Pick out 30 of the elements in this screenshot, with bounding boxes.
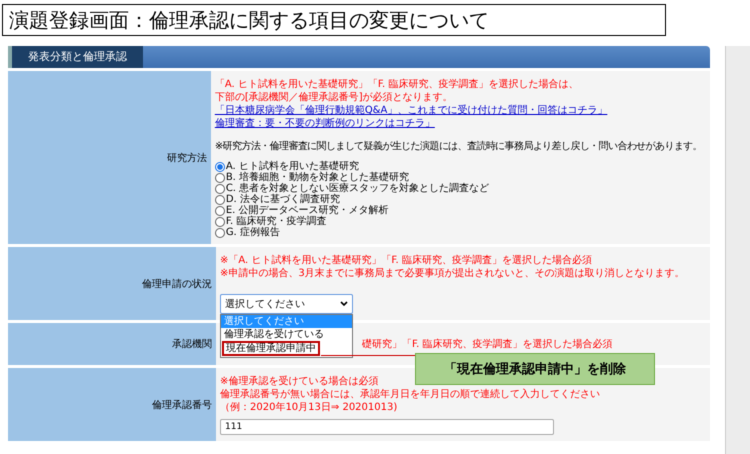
- radio-option[interactable]: F. 臨床研究・疫学調査: [214, 216, 702, 227]
- radio-option[interactable]: G. 症例報告: [214, 227, 702, 238]
- scrollbar[interactable]: [725, 46, 750, 454]
- radio-option[interactable]: B. 培養細胞・動物を対象とした基礎研究: [214, 172, 702, 183]
- dropdown-option[interactable]: 倫理承認を受けている: [221, 328, 352, 341]
- warning-text: ※倫理承認を受けている場合は必須: [220, 376, 378, 387]
- radio-option[interactable]: A. ヒト試料を用いた基礎研究: [214, 161, 702, 172]
- note-text: ※研究方法・倫理審査に関しまして疑義が生じた演題には、査読時に事務局より差し戻し・問い合わせがあります。: [214, 140, 702, 153]
- warning-text: ※「A. ヒト試料を用いた基礎研究」「F. 臨床研究、疫学調査」を選択した場合必須: [220, 255, 592, 266]
- field-label: 倫理申請の状況: [142, 278, 212, 290]
- callout: 「現在倫理承認申請中」を削除: [415, 353, 655, 385]
- page-title: 演題登録画面：倫理承認に関する項目の変更について: [2, 4, 666, 36]
- field-label: 承認機関: [172, 338, 212, 351]
- warning-text: （例：2020年10月13日⇒ 20201013): [220, 402, 398, 413]
- caret-icon: [340, 301, 348, 307]
- link[interactable]: 倫理審査：要・不要の判断例のリンクはコチラ」: [214, 118, 435, 129]
- warning-text: 下部の[承認機関／倫理承認番号]が必須となります。: [214, 92, 453, 103]
- field-label: 研究方法: [166, 152, 207, 164]
- dropdown-option[interactable]: 現在倫理承認申請中: [222, 341, 320, 356]
- warning-text: ※申請中の場合、3月末までに事務局まで必要事項が提出されないと、その演題は取り消しとなります。: [220, 268, 685, 279]
- radio-option[interactable]: D. 法令に基づく調査研究: [214, 194, 702, 205]
- link[interactable]: 「日本糖尿病学会「倫理行動規範Q&A」、これまでに受け付けた質問・回答はコチラ」: [214, 105, 608, 116]
- dropdown[interactable]: 選択してください: [220, 294, 353, 314]
- input-field[interactable]: 111: [220, 419, 554, 435]
- warning-text: 「A. ヒト試料を用いた基礎研究」「F. 臨床研究、疫学調査」を選択した場合は、: [214, 79, 578, 90]
- radio-option[interactable]: E. 公開データベース研究・メタ解析: [214, 205, 702, 216]
- radio-option[interactable]: C. 患者を対象としない医療スタッフを対象とした調査など: [214, 183, 702, 194]
- field-label: 倫理承認番号: [152, 398, 212, 412]
- warning-text: 礎研究」「F. 臨床研究、疫学調査」を選択した場合必須: [362, 339, 613, 350]
- warning-text: 倫理承認番号が無い場合には、承認年月日を年月日の順で連続して入力してください: [220, 389, 600, 400]
